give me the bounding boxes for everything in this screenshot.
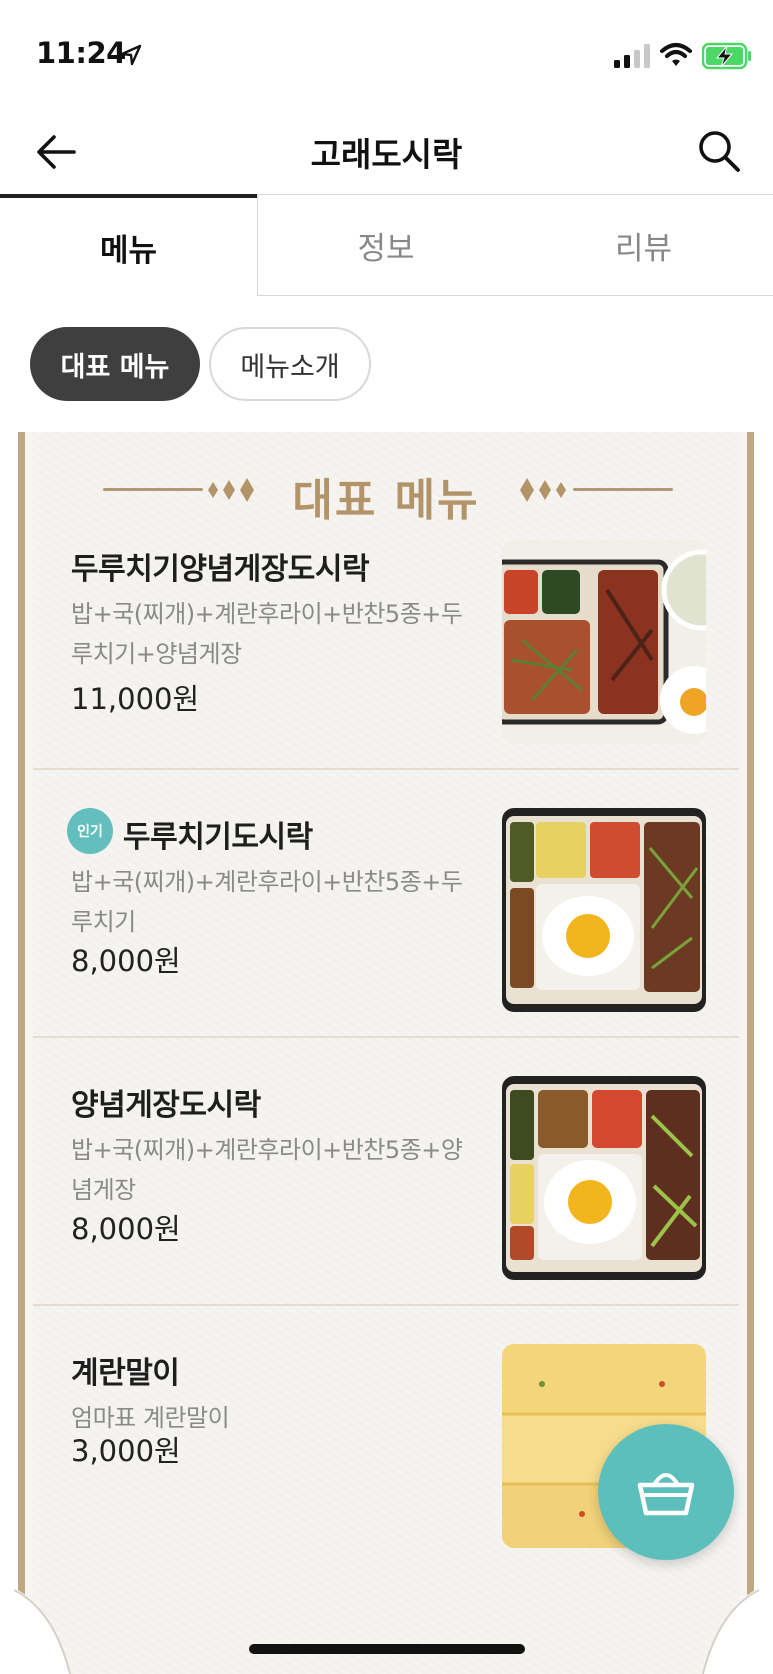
heading-rule-right: [573, 488, 673, 491]
tab-info[interactable]: 정보: [257, 194, 514, 296]
popular-badge: 인기: [67, 808, 113, 854]
battery-charging-icon: [702, 42, 751, 70]
menu-item-price: 8,000원: [71, 1212, 181, 1246]
search-icon[interactable]: [696, 128, 742, 174]
menu-item-photo: [502, 540, 706, 744]
menu-item-name: 두루치기양념게장도시락: [71, 552, 370, 587]
home-indicator[interactable]: [249, 1644, 525, 1654]
menu-item-price: 3,000원: [71, 1434, 181, 1468]
menu-item[interactable]: 두루치기양념게장도시락 밥+국(찌개)+계란후라이+반찬5종+두루치기+양념게장…: [33, 502, 739, 770]
tab-menu[interactable]: 메뉴: [0, 194, 257, 296]
chip-menu-intro[interactable]: 메뉴소개: [209, 327, 371, 401]
page-title: 고래도시락: [310, 135, 463, 174]
board-corner-ornament: [702, 1588, 759, 1674]
menu-item-name: 계란말이: [71, 1356, 180, 1391]
signal-icon: [614, 44, 650, 68]
menu-item-description: 밥+국(찌개)+계란후라이+반찬5종+양념게장: [71, 1136, 463, 1204]
menu-item[interactable]: 인기 두루치기도시락 밥+국(찌개)+계란후라이+반찬5종+두루치기 8,000…: [33, 770, 739, 1038]
menu-item-photo: [502, 1076, 706, 1280]
menu-item-description: 밥+국(찌개)+계란후라이+반찬5종+두루치기: [71, 868, 463, 936]
wifi-icon: [660, 43, 692, 66]
status-bar: 11:24: [0, 0, 773, 110]
menu-item-name: 두루치기도시락: [123, 820, 313, 855]
menu-item-price: 8,000원: [71, 944, 181, 978]
menu-item-name: 양념게장도시락: [71, 1088, 261, 1123]
menu-item-description: 밥+국(찌개)+계란후라이+반찬5종+두루치기+양념게장: [71, 600, 463, 668]
menu-item-photo: [502, 808, 706, 1012]
chip-featured-menu[interactable]: 대표 메뉴: [30, 327, 200, 401]
tab-reviews[interactable]: 리뷰: [514, 194, 773, 296]
basket-icon: [637, 1473, 695, 1516]
location-arrow-icon: [120, 44, 142, 66]
tab-bar: 메뉴 정보 리뷰: [0, 194, 773, 296]
diamond-ornament-icon: [520, 478, 566, 502]
app-header: 고래도시락: [0, 110, 773, 200]
cart-button[interactable]: [598, 1424, 734, 1560]
status-time: 11:24: [36, 36, 126, 70]
menu-item-price: 11,000원: [71, 682, 200, 716]
board-corner-ornament: [14, 1588, 71, 1674]
menu-item[interactable]: 양념게장도시락 밥+국(찌개)+계란후라이+반찬5종+양념게장 8,000원: [33, 1038, 739, 1306]
